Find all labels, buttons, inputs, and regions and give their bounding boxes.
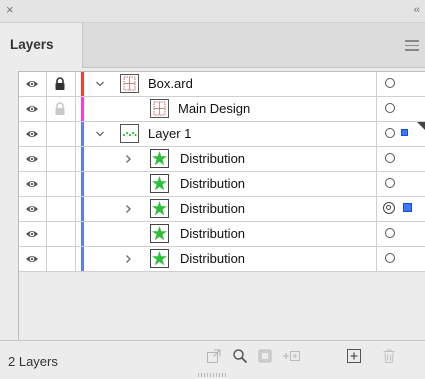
layer-name[interactable]: Box.ard	[148, 76, 193, 91]
layers-list[interactable]: Box.ard Main Design Layer 1 Distribution…	[18, 71, 425, 342]
visibility-eye-icon[interactable]	[25, 202, 39, 216]
layer-name[interactable]: Main Design	[178, 101, 250, 116]
star-thumbnail	[150, 174, 169, 193]
layer-row-distribution[interactable]: Distribution	[19, 172, 425, 197]
lock-icon[interactable]	[54, 102, 66, 116]
visibility-eye-icon[interactable]	[25, 127, 39, 141]
layer-row-distribution[interactable]: Distribution	[19, 147, 425, 172]
layer-count: 2 Layers	[8, 354, 58, 369]
layer-row-box-ard[interactable]: Box.ard	[19, 72, 425, 97]
visibility-eye-icon[interactable]	[25, 102, 39, 116]
lock-icon[interactable]	[54, 77, 66, 91]
visibility-eye-icon[interactable]	[25, 252, 39, 266]
target-circle-icon[interactable]	[385, 78, 395, 88]
star-thumbnail	[150, 224, 169, 243]
layer-color-bar	[81, 222, 84, 246]
chevron-right-icon[interactable]	[123, 204, 133, 214]
star-thumbnail	[150, 149, 169, 168]
layer-name[interactable]: Distribution	[180, 151, 245, 166]
layer-color-bar	[81, 122, 84, 146]
status-bar: 2 Layers	[0, 340, 425, 379]
star-thumbnail	[150, 199, 169, 218]
target-circle-icon[interactable]	[385, 153, 395, 163]
layer-thumbnail	[120, 124, 139, 143]
layer-color-bar	[81, 197, 84, 221]
close-icon[interactable]: ×	[6, 3, 14, 17]
tab-layers-label: Layers	[10, 37, 54, 52]
target-circle-icon[interactable]	[385, 228, 395, 238]
panel-menu-icon[interactable]	[405, 40, 419, 54]
selection-indicator[interactable]	[401, 129, 408, 136]
tab-bar: Layers	[0, 23, 425, 68]
chevron-right-icon[interactable]	[123, 254, 133, 264]
layer-color-bar	[81, 172, 84, 196]
visibility-eye-icon[interactable]	[25, 152, 39, 166]
collect-in-new-layer-icon[interactable]	[281, 348, 301, 364]
resize-grip[interactable]	[198, 373, 228, 377]
chevron-down-icon[interactable]	[95, 79, 105, 89]
layer-color-bar	[81, 72, 84, 96]
layer-row-main-design[interactable]: Main Design	[19, 97, 425, 122]
layer-row-layer-1[interactable]: Layer 1	[19, 122, 425, 147]
create-new-layer-icon[interactable]	[346, 348, 362, 364]
layer-row-distribution[interactable]: Distribution	[19, 222, 425, 247]
layer-name[interactable]: Distribution	[180, 201, 245, 216]
selection-indicator[interactable]	[403, 203, 412, 212]
layer-color-bar	[81, 97, 84, 121]
layer-row-distribution[interactable]: Distribution	[19, 197, 425, 222]
chevron-down-icon[interactable]	[95, 129, 105, 139]
chevron-right-icon[interactable]	[123, 154, 133, 164]
layer-color-bar	[81, 147, 84, 171]
visibility-eye-icon[interactable]	[25, 177, 39, 191]
artboard-thumbnail	[150, 99, 169, 118]
layer-name[interactable]: Layer 1	[148, 126, 191, 141]
locate-object-icon[interactable]	[232, 348, 248, 364]
collapse-panel-icon[interactable]: ‹‹	[414, 3, 420, 17]
visibility-eye-icon[interactable]	[25, 227, 39, 241]
star-thumbnail	[150, 249, 169, 268]
layer-name[interactable]: Distribution	[180, 251, 245, 266]
target-circle-icon[interactable]	[385, 253, 395, 263]
layer-color-bar	[81, 247, 84, 271]
target-double-circle-icon[interactable]	[383, 202, 395, 214]
panel-titlebar[interactable]: × ‹‹	[0, 0, 425, 23]
layer-row-distribution[interactable]: Distribution	[19, 247, 425, 272]
export-icon[interactable]	[206, 348, 222, 364]
make-clipping-mask-icon[interactable]	[257, 348, 273, 364]
target-circle-icon[interactable]	[385, 128, 395, 138]
delete-icon[interactable]	[381, 348, 397, 364]
tab-layers[interactable]: Layers	[0, 23, 83, 68]
target-circle-icon[interactable]	[385, 178, 395, 188]
layers-panel: × ‹‹ Layers Box.ard Main Design Layer 1 …	[0, 0, 425, 379]
artboard-thumbnail	[120, 74, 139, 93]
layer-name[interactable]: Distribution	[180, 176, 245, 191]
target-circle-icon[interactable]	[385, 103, 395, 113]
current-layer-indicator	[417, 122, 425, 131]
visibility-eye-icon[interactable]	[25, 77, 39, 91]
layer-name[interactable]: Distribution	[180, 226, 245, 241]
